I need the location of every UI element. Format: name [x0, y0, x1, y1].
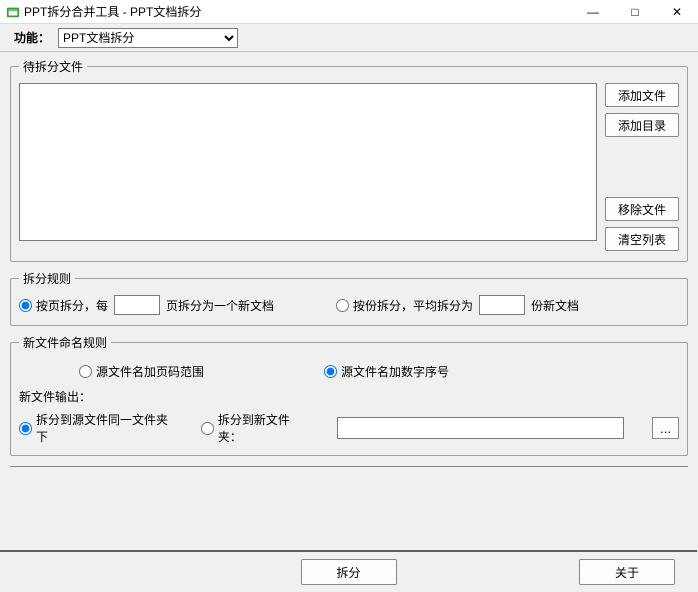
close-button[interactable]: ✕ [656, 0, 698, 23]
out-new-radio[interactable] [201, 422, 214, 435]
out-same-radio[interactable] [19, 422, 32, 435]
name-range-radio[interactable] [79, 365, 92, 378]
name-seq-radio[interactable] [324, 365, 337, 378]
rules-fieldset: 拆分规则 按页拆分，每 页拆分为一个新文档 按份拆分，平均拆分为 份新文档 [10, 270, 688, 326]
name-range-radio-label[interactable]: 源文件名加页码范围 [79, 363, 204, 380]
add-dir-button[interactable]: 添加目录 [605, 113, 679, 137]
by-part-radio-label[interactable]: 按份拆分，平均拆分为 [336, 297, 473, 314]
output-label: 新文件输出： [19, 388, 679, 405]
browse-button[interactable]: ... [652, 417, 679, 439]
add-file-button[interactable]: 添加文件 [605, 83, 679, 107]
parts-input[interactable] [479, 295, 525, 315]
toolbar: 功能： PPT文档拆分 [0, 24, 698, 52]
app-icon [6, 5, 20, 19]
by-part-suffix: 份新文档 [531, 297, 579, 314]
by-page-radio-label[interactable]: 按页拆分，每 [19, 297, 108, 314]
by-page-suffix: 页拆分为一个新文档 [166, 297, 274, 314]
split-button[interactable]: 拆分 [301, 559, 397, 585]
function-label: 功能： [14, 29, 50, 46]
naming-fieldset: 新文件命名规则 源文件名加页码范围 源文件名加数字序号 新文件输出： 拆分到源文… [10, 334, 688, 456]
separator [10, 466, 688, 467]
clear-list-button[interactable]: 清空列表 [605, 227, 679, 251]
files-legend: 待拆分文件 [19, 58, 87, 75]
remove-file-button[interactable]: 移除文件 [605, 197, 679, 221]
window-controls: — □ ✕ [572, 0, 698, 23]
naming-legend: 新文件命名规则 [19, 334, 111, 351]
titlebar: PPT拆分合并工具 - PPT文档拆分 — □ ✕ [0, 0, 698, 24]
minimize-button[interactable]: — [572, 0, 614, 23]
by-part-radio[interactable] [336, 299, 349, 312]
file-list[interactable] [19, 83, 597, 241]
files-fieldset: 待拆分文件 添加文件 添加目录 移除文件 清空列表 [10, 58, 688, 262]
window-title: PPT拆分合并工具 - PPT文档拆分 [24, 3, 572, 20]
out-new-radio-label[interactable]: 拆分到新文件夹： [201, 411, 309, 445]
rules-legend: 拆分规则 [19, 270, 75, 287]
out-same-radio-label[interactable]: 拆分到源文件同一文件夹下 [19, 411, 173, 445]
name-seq-radio-label[interactable]: 源文件名加数字序号 [324, 363, 449, 380]
by-page-radio[interactable] [19, 299, 32, 312]
pages-per-doc-input[interactable] [114, 295, 160, 315]
maximize-button[interactable]: □ [614, 0, 656, 23]
about-button[interactable]: 关于 [579, 559, 675, 585]
bottom-bar: 拆分 关于 [0, 550, 697, 592]
output-path-input[interactable] [337, 417, 624, 439]
function-select[interactable]: PPT文档拆分 [58, 28, 238, 48]
